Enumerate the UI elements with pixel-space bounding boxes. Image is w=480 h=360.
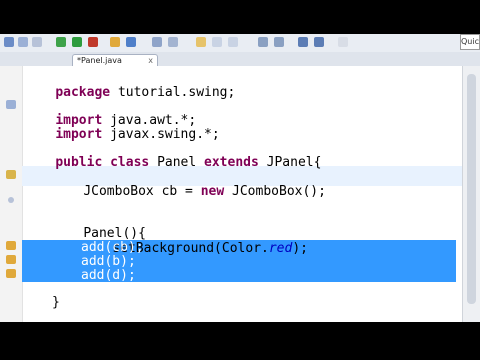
- code-line: }: [52, 295, 60, 310]
- debug-icon[interactable]: [56, 37, 66, 47]
- code-line: import javax.swing.*;: [24, 112, 219, 142]
- code-text: Panel: [157, 155, 197, 170]
- code-line: add(b);: [81, 254, 136, 269]
- vertical-scrollbar[interactable]: [462, 66, 480, 322]
- ide-window: Quic *Panel.java x package tutorial.swin…: [0, 0, 480, 360]
- warning-icon[interactable]: [6, 269, 16, 278]
- forward-icon[interactable]: [314, 37, 324, 47]
- print-icon[interactable]: [32, 37, 42, 47]
- new-package-icon[interactable]: [110, 37, 120, 47]
- warning-icon[interactable]: [6, 241, 16, 250]
- annotation-icon[interactable]: [196, 37, 206, 47]
- static-field: red: [268, 241, 293, 256]
- new-class-icon[interactable]: [126, 37, 136, 47]
- code-line: add(cb);: [81, 240, 144, 255]
- keyword: extends: [204, 155, 259, 170]
- search-icon[interactable]: [168, 37, 178, 47]
- code-line: JComboBox cb = new JComboBox();: [52, 169, 326, 199]
- keyword: public class: [55, 155, 150, 170]
- keyword: new: [200, 184, 225, 199]
- pin-icon[interactable]: [338, 37, 348, 47]
- code-line: public class Panel extends JPanel{: [24, 140, 321, 170]
- code-text: JComboBox cb =: [83, 184, 201, 199]
- back-icon[interactable]: [298, 37, 308, 47]
- main-toolbar: [0, 34, 480, 53]
- code-line: package tutorial.swing;: [24, 70, 235, 100]
- save-icon[interactable]: [18, 37, 28, 47]
- prev-annotation-icon[interactable]: [274, 37, 284, 47]
- quick-access-field[interactable]: Quic: [460, 34, 480, 50]
- fold-icon[interactable]: [8, 197, 14, 203]
- next-annotation-icon[interactable]: [258, 37, 268, 47]
- code-text: JComboBox();: [224, 184, 326, 199]
- tab-panel-java[interactable]: *Panel.java x: [72, 54, 158, 66]
- editor-tab-bar: *Panel.java x: [0, 52, 480, 66]
- scrollbar-thumb[interactable]: [467, 74, 476, 304]
- run-icon[interactable]: [72, 37, 82, 47]
- toggle-mark-icon[interactable]: [212, 37, 222, 47]
- code-line: Panel(){: [52, 211, 146, 241]
- code-line: import java.awt.*;: [24, 98, 196, 128]
- warning-icon[interactable]: [6, 255, 16, 264]
- code-line: setBackground(Color.red);: [81, 226, 308, 256]
- code-text: JPanel{: [266, 155, 322, 170]
- show-whitespace-icon[interactable]: [228, 37, 238, 47]
- fold-icon[interactable]: [6, 100, 16, 109]
- quick-access-label: Quic: [461, 37, 479, 46]
- external-tools-icon[interactable]: [88, 37, 98, 47]
- code-text: );: [292, 241, 308, 256]
- new-icon[interactable]: [4, 37, 14, 47]
- open-type-icon[interactable]: [152, 37, 162, 47]
- warning-icon[interactable]: [6, 170, 16, 179]
- tab-title: *Panel.java: [77, 56, 122, 65]
- code-line: add(d);: [81, 268, 136, 283]
